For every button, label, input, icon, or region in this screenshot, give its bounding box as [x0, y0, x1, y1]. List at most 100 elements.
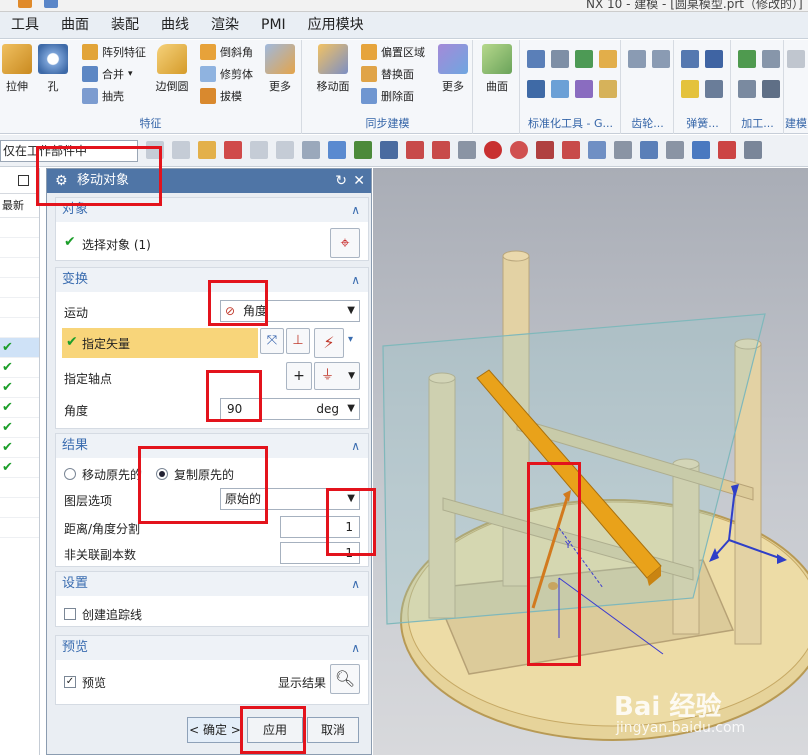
- list-item[interactable]: [0, 258, 39, 278]
- list-item[interactable]: [0, 218, 39, 238]
- menu-surface[interactable]: 曲面: [50, 12, 100, 39]
- menu-assembly[interactable]: 装配: [100, 12, 150, 39]
- tool-icon[interactable]: [599, 50, 617, 68]
- list-item[interactable]: [0, 498, 39, 518]
- snap-icon[interactable]: [224, 141, 242, 159]
- cancel-button[interactable]: 取消: [307, 717, 359, 743]
- trim-body-button[interactable]: 修剪体: [200, 66, 253, 82]
- menu-applications[interactable]: 应用模块: [297, 12, 375, 39]
- shell-button[interactable]: 抽壳: [82, 88, 124, 104]
- collapse-icon[interactable]: ∧: [351, 198, 360, 222]
- tool-icon[interactable]: [551, 50, 569, 68]
- settings-section-header[interactable]: 设置 ∧: [56, 572, 368, 596]
- preview-checkbox[interactable]: ✓: [64, 676, 76, 688]
- list-item[interactable]: [0, 298, 39, 318]
- point-dialog-button[interactable]: +: [286, 362, 312, 390]
- line-icon[interactable]: [380, 141, 398, 159]
- sync-more-button[interactable]: 更多: [437, 44, 469, 94]
- center-icon[interactable]: [484, 141, 502, 159]
- preview-section-header[interactable]: 预览 ∧: [56, 636, 368, 660]
- spring-tool-icon[interactable]: [705, 50, 723, 68]
- tool-icon[interactable]: [575, 80, 593, 98]
- tangent-icon[interactable]: [458, 141, 476, 159]
- gear-tool-icon[interactable]: [628, 50, 646, 68]
- move-face-button[interactable]: 移动面: [313, 44, 353, 94]
- vector-dialog-button[interactable]: ⊥: [286, 328, 310, 354]
- machining-tool-icon[interactable]: [762, 80, 780, 98]
- modeling-tool-icon[interactable]: [787, 50, 805, 68]
- list-item[interactable]: [0, 518, 39, 538]
- collapse-icon[interactable]: ∧: [351, 636, 360, 660]
- list-item[interactable]: ✔: [0, 338, 39, 358]
- view-icon[interactable]: [328, 141, 346, 159]
- collapse-icon[interactable]: ∧: [351, 572, 360, 596]
- unite-button[interactable]: 合并 ▾: [82, 66, 133, 82]
- crosshair-icon[interactable]: [536, 141, 554, 159]
- face-icon[interactable]: [588, 141, 606, 159]
- vector-type-button[interactable]: ⚡: [314, 328, 344, 358]
- line-icon[interactable]: [406, 141, 424, 159]
- checkbox-icon[interactable]: [18, 175, 29, 186]
- graphics-viewport[interactable]: Y: [373, 168, 808, 755]
- list-item[interactable]: ✔: [0, 418, 39, 438]
- chevron-down-icon[interactable]: ▾: [128, 69, 133, 79]
- specify-vector-row[interactable]: ✔ 指定矢量: [62, 328, 258, 358]
- select-object-label[interactable]: 选择对象 (1): [82, 236, 151, 253]
- ok-button[interactable]: < 确定 >: [187, 717, 243, 743]
- menu-tools[interactable]: 工具: [0, 12, 50, 39]
- view-icon[interactable]: [302, 141, 320, 159]
- gear-tool-icon[interactable]: [652, 50, 670, 68]
- menu-curve[interactable]: 曲线: [150, 12, 200, 39]
- filter-icon[interactable]: [172, 141, 190, 159]
- grid-icon[interactable]: [614, 141, 632, 159]
- replace-face-button[interactable]: 替换面: [361, 66, 414, 82]
- delete-face-button[interactable]: 删除面: [361, 88, 414, 104]
- move-original-radio[interactable]: [64, 468, 76, 480]
- point-icon[interactable]: [562, 141, 580, 159]
- list-item[interactable]: ✔: [0, 378, 39, 398]
- list-item[interactable]: [0, 238, 39, 258]
- rotate-icon[interactable]: [692, 141, 710, 159]
- render-style-icon[interactable]: [744, 141, 762, 159]
- machining-tool-icon[interactable]: [738, 50, 756, 68]
- create-trace-lines-checkbox[interactable]: [64, 608, 76, 620]
- tool-icon[interactable]: [527, 50, 545, 68]
- reset-icon[interactable]: ↻: [335, 169, 347, 193]
- list-item[interactable]: ✔: [0, 398, 39, 418]
- collapse-icon[interactable]: ∧: [351, 268, 360, 292]
- features-more-button[interactable]: 更多: [264, 44, 296, 94]
- tool-icon[interactable]: [575, 50, 593, 68]
- surface-button[interactable]: 曲面: [480, 44, 514, 94]
- offset-region-button[interactable]: 偏置区域: [361, 44, 425, 60]
- navigator-column-latest[interactable]: 最新: [0, 194, 39, 218]
- box-select-icon[interactable]: [276, 141, 294, 159]
- hole-button[interactable]: 孔: [38, 44, 68, 94]
- quick-access-icon[interactable]: [44, 0, 58, 8]
- arc-icon[interactable]: [510, 141, 528, 159]
- chevron-down-icon[interactable]: ▾: [348, 334, 353, 345]
- tool-icon[interactable]: [527, 80, 545, 98]
- machining-tool-icon[interactable]: [762, 50, 780, 68]
- menu-pmi[interactable]: PMI: [250, 12, 297, 39]
- list-item[interactable]: [0, 278, 39, 298]
- tool-icon[interactable]: [599, 80, 617, 98]
- spring-tool-icon[interactable]: [681, 50, 699, 68]
- select-icon[interactable]: [198, 141, 216, 159]
- machining-tool-icon[interactable]: [738, 80, 756, 98]
- show-result-button[interactable]: 🔍︎: [330, 664, 360, 694]
- point-type-dropdown[interactable]: ⏚ ▼: [314, 362, 360, 390]
- chamfer-button[interactable]: 倒斜角: [200, 44, 253, 60]
- view-icon[interactable]: [640, 141, 658, 159]
- snap-point-icon[interactable]: [354, 141, 372, 159]
- snap-icon[interactable]: [250, 141, 268, 159]
- draft-button[interactable]: 拔模: [200, 88, 242, 104]
- select-object-button[interactable]: ⌖: [330, 228, 360, 258]
- menu-render[interactable]: 渲染: [200, 12, 250, 39]
- close-icon[interactable]: ✕: [353, 169, 365, 193]
- reverse-direction-button[interactable]: ⤧: [260, 328, 284, 354]
- extrude-button[interactable]: 拉伸: [2, 44, 32, 94]
- view-icon[interactable]: [666, 141, 684, 159]
- spring-tool-icon[interactable]: [705, 80, 723, 98]
- list-item[interactable]: ✔: [0, 358, 39, 378]
- spring-tool-icon[interactable]: [681, 80, 699, 98]
